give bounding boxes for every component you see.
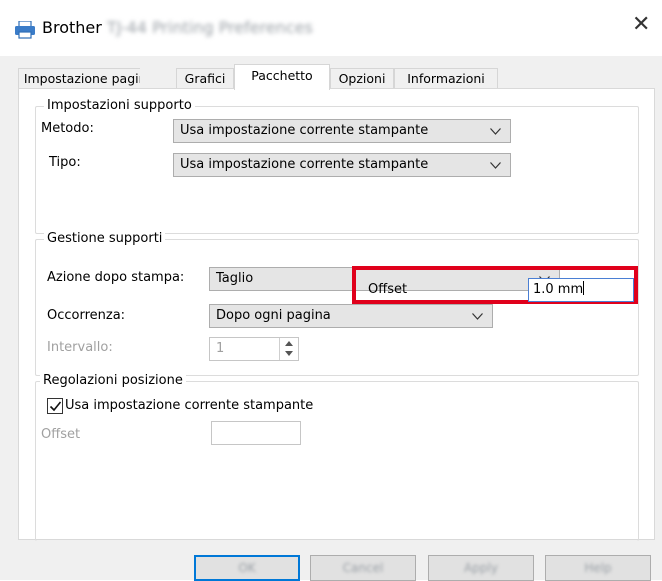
window-title-rest: TJ-44 Printing Preferences (106, 18, 313, 37)
cancel-button[interactable]: Cancel (310, 555, 416, 581)
tab-panel: Impostazioni supporto Metodo: Usa impost… (18, 88, 655, 541)
posizione-offset-label: Offset (41, 427, 81, 442)
usa-impostazione-label: Usa impostazione corrente stampante (65, 398, 314, 413)
dialog-client: Impostazione pagina Grafici Pacchetto Op… (0, 56, 662, 580)
usa-impostazione-checkbox[interactable] (47, 398, 63, 414)
azione-value: Taglio (216, 271, 254, 286)
cancel-label: Cancel (342, 561, 384, 575)
metodo-label: Metodo: (41, 121, 94, 136)
posizione-offset-input[interactable] (211, 421, 301, 445)
tab-impostazione-pagina[interactable]: Impostazione pagina (18, 68, 160, 88)
chevron-down-icon (472, 313, 483, 320)
occorrenza-select[interactable]: Dopo ogni pagina (209, 304, 493, 328)
azione-label: Azione dopo stampa: (47, 270, 185, 285)
ok-label: OK (238, 561, 256, 575)
tipo-label: Tipo: (49, 155, 81, 170)
gestione-offset-value: 1.0 mm (533, 282, 584, 297)
chevron-down-icon (490, 162, 501, 169)
help-button[interactable]: Help (545, 555, 651, 581)
spin-up-icon[interactable] (280, 338, 298, 349)
text-cursor (583, 281, 585, 295)
group-title: Regolazioni posizione (40, 373, 186, 388)
help-label: Help (584, 561, 612, 575)
gestione-offset-input[interactable]: 1.0 mm (528, 278, 634, 302)
checkmark-icon (49, 401, 62, 412)
ok-button[interactable]: OK (194, 555, 300, 581)
gestione-offset-label: Offset (368, 282, 408, 297)
intervallo-value: 1 (216, 341, 225, 356)
printer-icon (15, 21, 35, 39)
tab-pacchetto[interactable]: Pacchetto (234, 64, 330, 90)
tab-opzioni[interactable]: Opzioni (330, 68, 394, 88)
tipo-value: Usa impostazione corrente stampante (180, 157, 429, 172)
spin-buttons[interactable] (279, 338, 298, 360)
title-bar: Brother TJ-44 Printing Preferences ✕ (0, 0, 662, 56)
intervallo-label: Intervallo: (47, 340, 113, 355)
group-title: Gestione supporti (44, 231, 166, 246)
occorrenza-label: Occorrenza: (47, 308, 126, 323)
tab-informazioni[interactable]: Informazioni (394, 68, 498, 88)
metodo-select[interactable]: Usa impostazione corrente stampante (173, 119, 511, 143)
group-title: Impostazioni supporto (44, 98, 195, 113)
apply-label: Apply (464, 561, 498, 575)
tab-grafici[interactable]: Grafici (176, 68, 234, 88)
tipo-select[interactable]: Usa impostazione corrente stampante (173, 153, 511, 177)
window-title: Brother TJ-44 Printing Preferences (42, 18, 313, 37)
occorrenza-value: Dopo ogni pagina (216, 308, 331, 323)
intervallo-stepper[interactable]: 1 (209, 337, 299, 361)
window-title-brand: Brother (42, 18, 102, 37)
spin-down-icon[interactable] (280, 349, 298, 360)
metodo-value: Usa impostazione corrente stampante (180, 123, 429, 138)
close-icon[interactable]: ✕ (632, 14, 650, 36)
apply-button[interactable]: Apply (428, 555, 534, 581)
tab-gap (140, 68, 160, 88)
chevron-down-icon (490, 128, 501, 135)
